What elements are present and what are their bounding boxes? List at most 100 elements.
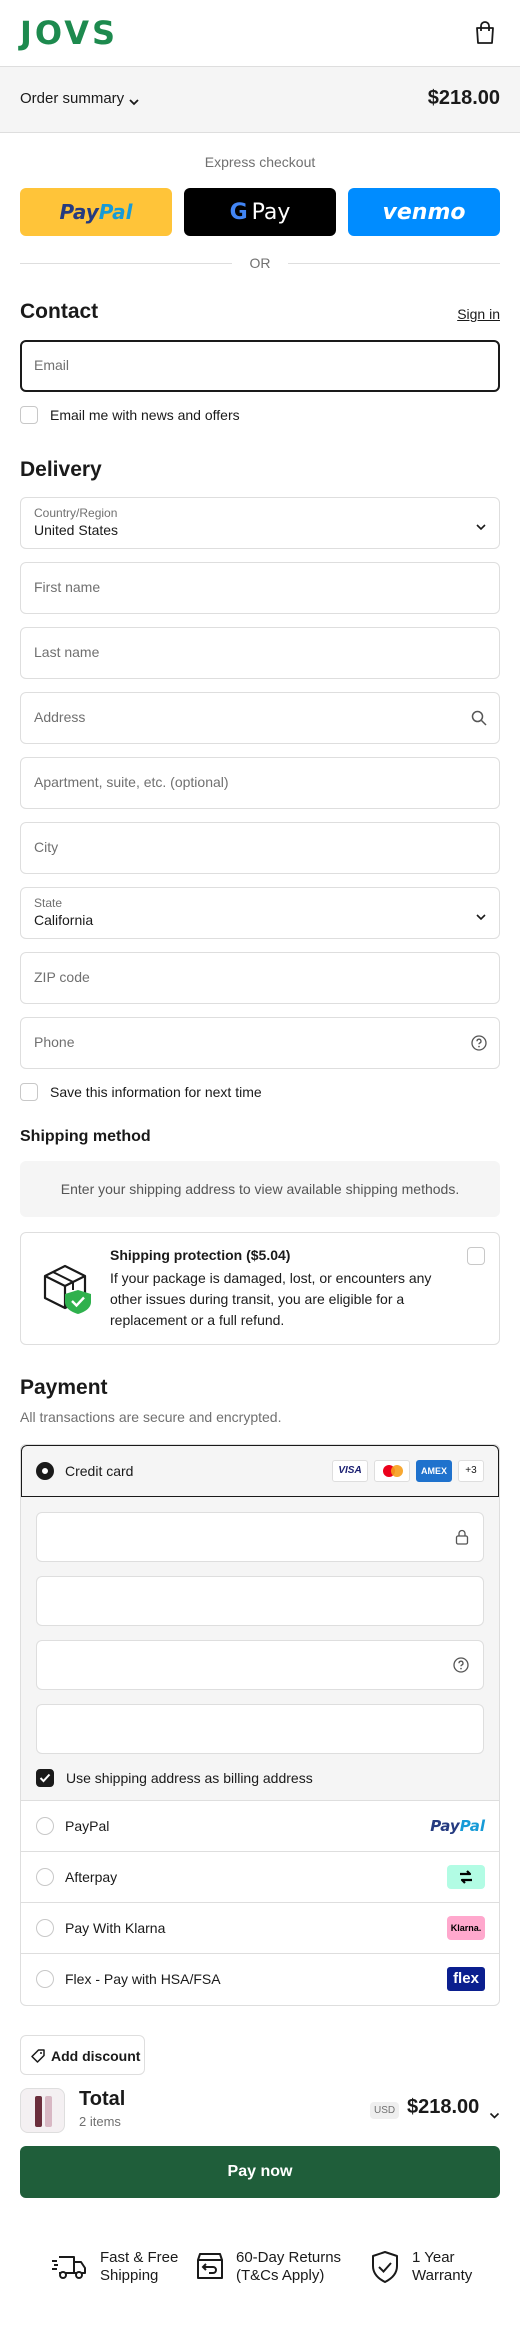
feature-line: Fast & Free [100,2249,179,2266]
shipping-protection-description: If your package is damaged, lost, or enc… [110,1270,432,1328]
klarna-option[interactable]: Pay With Klarna Klarna. [21,1903,499,1954]
email-placeholder: Email [34,357,70,373]
express-checkout-label: Express checkout [204,154,316,170]
shipping-methods-placeholder: Enter your shipping address to view avai… [20,1161,500,1217]
visa-icon: VISA [332,1460,368,1482]
credit-card-form: Use shipping address as billing address [21,1497,499,1801]
add-discount-button[interactable]: Add discount [20,2035,145,2075]
apartment-placeholder: Apartment, suite, etc. (optional) [34,774,229,790]
credit-card-option[interactable]: Credit card VISA AMEX +3 [21,1445,499,1497]
chevron-down-icon[interactable] [489,2106,500,2123]
afterpay-option-label: Afterpay [65,1869,118,1885]
product-thumbnail [20,2088,65,2133]
sign-in-link[interactable]: Sign in [457,306,500,322]
brand-logo[interactable]: JOVS [20,14,118,52]
google-pay-button[interactable]: G Pay [184,188,336,236]
order-summary-label: Order summary [20,90,125,107]
afterpay-radio[interactable] [36,1868,54,1886]
feature-line: Warranty [412,2267,473,2284]
card-expiry-field[interactable] [36,1576,484,1626]
flex-logo: flex [447,1967,485,1991]
feature-line: 60-Day Returns [236,2249,342,2266]
payment-subtitle: All transactions are secure and encrypte… [20,1409,282,1425]
first-name-field[interactable]: First name [20,562,500,614]
last-name-placeholder: Last name [34,644,100,660]
feature-returns: 60-Day Returns (T&Cs Apply) [194,2247,354,2287]
gpay-label: Pay [251,199,291,225]
phone-placeholder: Phone [34,1034,75,1050]
billing-same-checkbox[interactable] [36,1769,54,1787]
news-checkbox[interactable] [20,406,38,424]
first-name-placeholder: First name [34,579,101,595]
search-icon [471,710,487,730]
email-field[interactable]: Email [20,340,500,392]
card-number-field[interactable] [36,1512,484,1562]
venmo-button[interactable]: venmo [348,188,500,236]
address-placeholder: Address [34,709,86,725]
phone-field[interactable]: Phone [20,1017,500,1069]
save-info-checkbox[interactable] [20,1083,38,1101]
currency-badge: USD [370,2102,400,2119]
city-field[interactable]: City [20,822,500,874]
google-g-icon: G [229,199,248,225]
shipping-method-heading: Shipping method [20,1128,151,1145]
address-field[interactable]: Address [20,692,500,744]
total-amount: $218.00 [407,2096,480,2118]
credit-card-radio[interactable] [36,1462,54,1480]
flex-radio[interactable] [36,1970,54,1988]
shipping-protection-title: Shipping protection ($5.04) [110,1247,291,1263]
chevron-down-icon [128,93,140,110]
shipping-protection-checkbox[interactable] [467,1247,485,1265]
delivery-truck-icon [50,2251,88,2287]
paypal-express-button[interactable]: PayPal [20,188,172,236]
order-summary-total: $218.00 [427,87,500,109]
flex-hsa-option[interactable]: Flex - Pay with HSA/FSA flex [21,1954,499,2005]
billing-same-label: Use shipping address as billing address [66,1770,313,1786]
shopping-bag-icon[interactable] [474,21,496,49]
total-label: Total [79,2088,126,2110]
feature-warranty: 1 Year Warranty [370,2247,480,2287]
country-value: United States [34,522,119,538]
delivery-heading: Delivery [20,458,102,481]
tag-icon [31,2049,45,2067]
apartment-field[interactable]: Apartment, suite, etc. (optional) [20,757,500,809]
state-select[interactable]: State California [20,887,500,939]
feature-line: (T&Cs Apply) [236,2267,325,2284]
help-circle-icon[interactable] [471,1035,487,1055]
shipping-protection-card[interactable]: Shipping protection ($5.04) If your pack… [20,1232,500,1345]
city-placeholder: City [34,839,59,855]
return-box-icon [194,2250,226,2286]
country-select[interactable]: Country/Region United States [20,497,500,549]
save-info-label: Save this information for next time [50,1084,262,1100]
country-label: Country/Region [34,506,118,520]
afterpay-option[interactable]: Afterpay [21,1852,499,1903]
feature-line: 1 Year [412,2249,455,2266]
order-summary-toggle[interactable]: Order summary $218.00 [0,67,520,133]
pay-now-button[interactable]: Pay now [20,2146,500,2198]
paypal-radio[interactable] [36,1817,54,1835]
card-security-code-field[interactable] [36,1640,484,1690]
help-circle-icon[interactable] [453,1657,469,1677]
last-name-field[interactable]: Last name [20,627,500,679]
zip-placeholder: ZIP code [34,969,90,985]
or-divider: OR [20,254,500,274]
card-name-field[interactable] [36,1704,484,1754]
feature-line: Shipping [100,2267,159,2284]
lock-icon [455,1529,469,1549]
payment-methods: Credit card VISA AMEX +3 Use shipping addr… [20,1444,500,2006]
credit-card-label: Credit card [65,1463,134,1479]
site-header: JOVS [0,0,520,67]
amex-icon: AMEX [416,1460,452,1482]
feature-shipping: Fast & Free Shipping [50,2247,180,2287]
mastercard-icon [374,1460,410,1482]
card-brands: VISA AMEX +3 [326,1460,484,1482]
payment-heading: Payment [20,1376,108,1399]
chevron-down-icon [475,518,487,535]
klarna-radio[interactable] [36,1919,54,1937]
paypal-option[interactable]: PayPal PayPal [21,1801,499,1852]
add-discount-label: Add discount [51,2048,141,2064]
protected-package-icon [39,1260,95,1320]
zip-field[interactable]: ZIP code [20,952,500,1004]
klarna-option-label: Pay With Klarna [65,1920,166,1936]
more-cards-badge: +3 [458,1460,484,1482]
